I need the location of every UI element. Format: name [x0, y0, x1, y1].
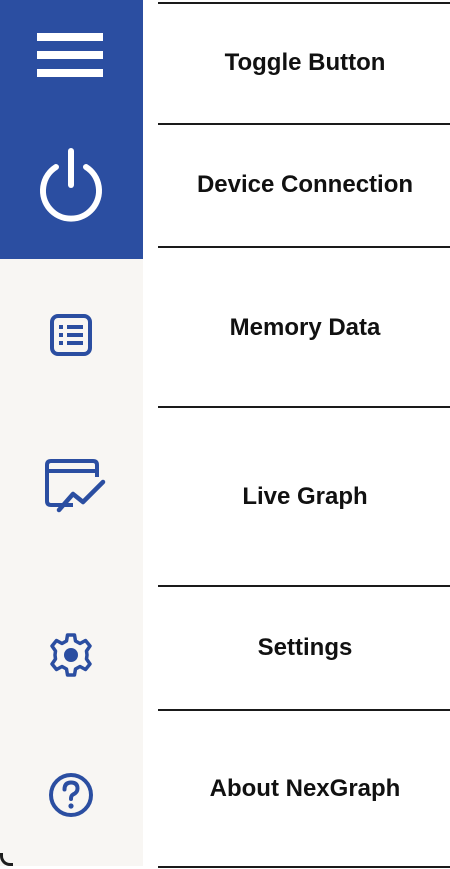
- divider: [158, 406, 450, 408]
- label-memory-data: Memory Data: [229, 314, 381, 341]
- nav-item-toggle[interactable]: [30, 25, 110, 85]
- label-live-graph: Live Graph: [242, 483, 368, 510]
- label-device-connection: Device Connection: [196, 171, 414, 198]
- nav-item-about[interactable]: [36, 765, 106, 825]
- label-settings: Settings: [257, 634, 353, 661]
- nav-item-connection[interactable]: [26, 145, 116, 225]
- divider: [158, 123, 450, 125]
- list-icon: [50, 314, 92, 356]
- live-graph-icon: [45, 459, 106, 513]
- divider: [158, 585, 450, 587]
- nav-item-settings[interactable]: [36, 625, 106, 685]
- help-circle-icon: [49, 773, 93, 817]
- power-icon: [40, 148, 102, 222]
- hamburger-menu-icon: [37, 33, 103, 77]
- nav-rail: [0, 0, 143, 866]
- gear-icon: [50, 633, 92, 677]
- nav-item-memory[interactable]: [36, 305, 106, 365]
- window-corner: [0, 853, 13, 866]
- divider: [158, 246, 450, 248]
- label-toggle-button: Toggle Button: [224, 49, 386, 76]
- label-about-nexgraph: About NexGraph: [209, 775, 401, 802]
- nav-item-graph[interactable]: [36, 450, 116, 520]
- divider: [158, 866, 450, 868]
- divider: [158, 709, 450, 711]
- divider: [158, 2, 450, 4]
